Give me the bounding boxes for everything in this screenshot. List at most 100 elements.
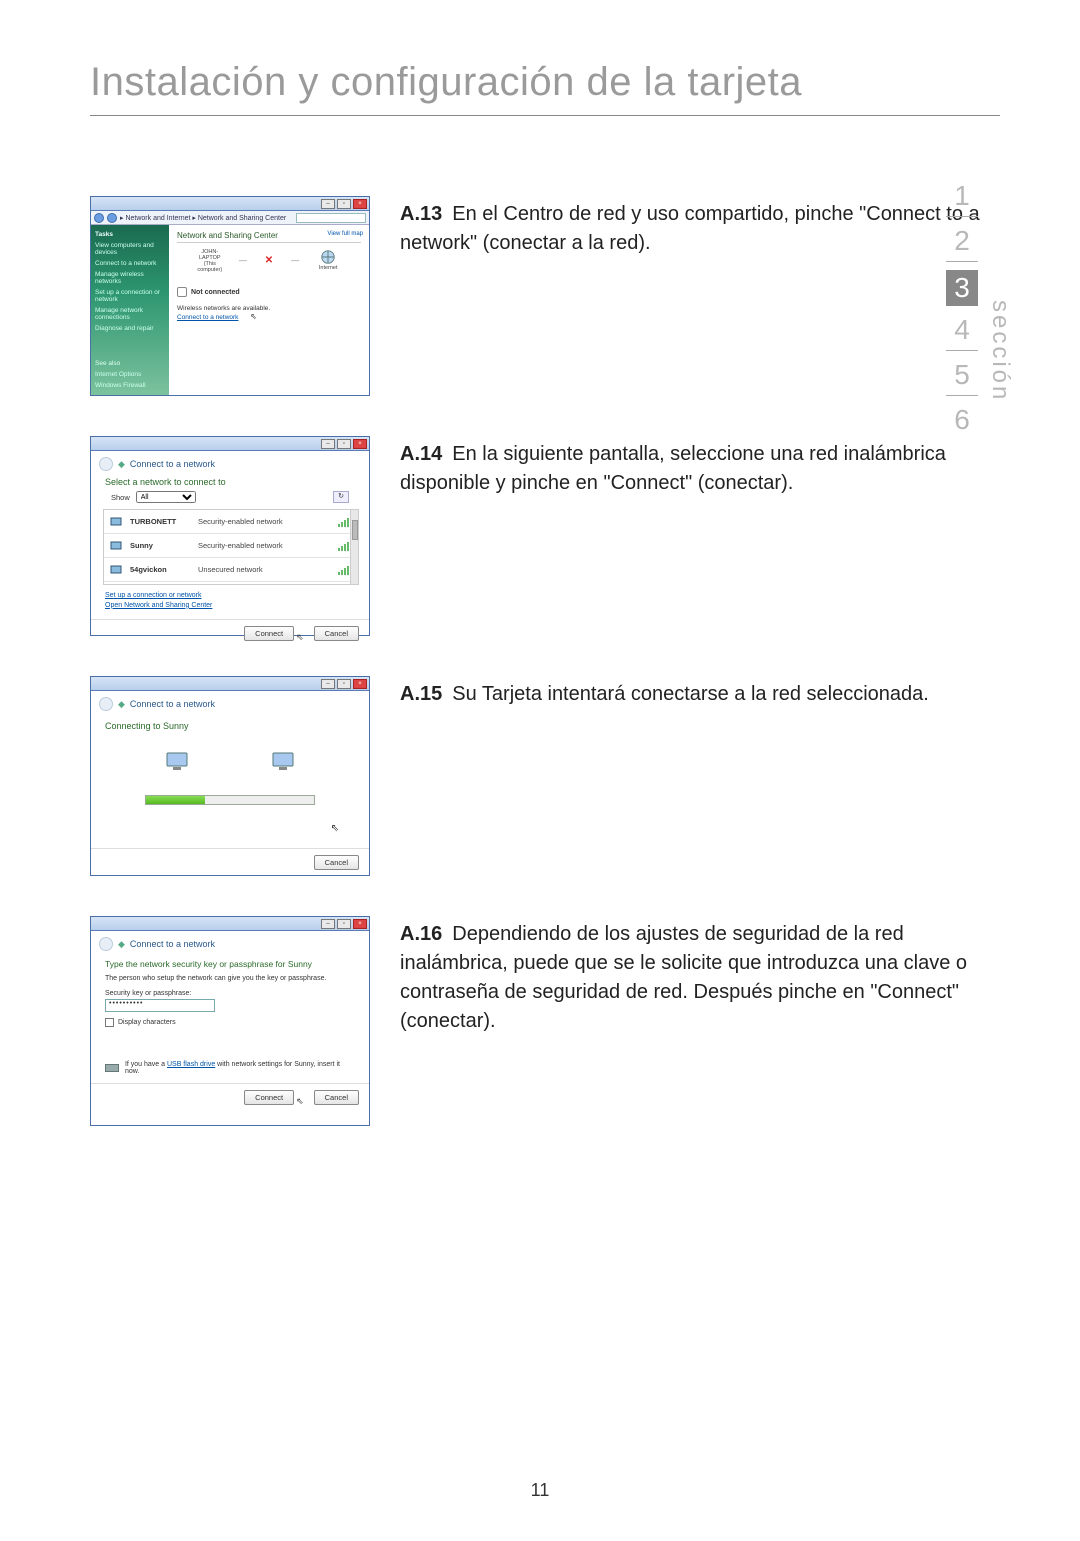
step-a16-body: Dependiendo de los ajustes de seguridad …	[400, 923, 967, 1032]
usb-flash-drive-link[interactable]: USB flash drive	[167, 1061, 215, 1068]
minimize-icon[interactable]: –	[321, 199, 335, 209]
step-a15: – ▫ × ◆ Connect to a network Connecting …	[90, 676, 1000, 876]
tasks-heading: Tasks	[95, 231, 165, 238]
cancel-button[interactable]: Cancel	[314, 626, 359, 641]
back-icon[interactable]	[94, 213, 104, 223]
step-a15-text: A.15 Su Tarjeta intentará conectarse a la…	[400, 676, 1000, 709]
cursor-icon: ⇖	[91, 805, 369, 834]
back-icon[interactable]	[99, 937, 113, 951]
sidebar-item-internet-options[interactable]: Internet Options	[95, 371, 165, 378]
cursor-icon: ⇖	[296, 632, 304, 647]
screenshot-a13: – ▫ × ▸ Network and Internet ▸ Network a…	[90, 196, 370, 396]
step-a16: – ▫ × ◆ Connect to a network Type the ne…	[90, 916, 1000, 1126]
network-icon	[110, 517, 122, 527]
window-titlebar: – ▫ ×	[91, 197, 369, 211]
screenshot-a14: – ▫ × ◆ Connect to a network Select a ne…	[90, 436, 370, 636]
forward-icon[interactable]	[107, 213, 117, 223]
sidebar-item-setup-connection[interactable]: Set up a connection or network	[95, 289, 165, 303]
open-sharing-center-link[interactable]: Open Network and Sharing Center	[105, 601, 355, 611]
computer-label: JOHN-LAPTOP	[199, 249, 221, 261]
security-note: The person who setup the network can giv…	[91, 975, 369, 990]
cursor-icon: ⇖	[296, 1096, 304, 1111]
display-characters-checkbox[interactable]	[105, 1018, 114, 1027]
status-icon	[177, 287, 187, 297]
network-row[interactable]: Sunny Security-enabled network	[104, 534, 358, 558]
internet-label: Internet	[319, 265, 338, 271]
sidebar-item-view-computers[interactable]: View computers and devices	[95, 242, 165, 256]
step-a13: – ▫ × ▸ Network and Internet ▸ Network a…	[90, 196, 1000, 396]
sidebar-item-manage-wireless[interactable]: Manage wireless networks	[95, 271, 165, 285]
step-a13-body: En el Centro de red y uso compartido, pi…	[400, 203, 980, 254]
security-prompt: Type the network security key or passphr…	[91, 957, 369, 975]
cancel-button[interactable]: Cancel	[314, 855, 359, 870]
not-connected-label: Not connected	[191, 289, 240, 296]
close-icon[interactable]: ×	[353, 919, 367, 929]
view-full-map-link[interactable]: View full map	[327, 231, 363, 237]
step-a15-number: A.15	[400, 683, 442, 705]
nav-item-6[interactable]: 6	[946, 404, 978, 440]
screenshot-a15: – ▫ × ◆ Connect to a network Connecting …	[90, 676, 370, 876]
sidebar-item-manage-connections[interactable]: Manage network connections	[95, 307, 165, 321]
connect-button[interactable]: Connect	[244, 626, 294, 641]
show-label: Show	[111, 493, 130, 502]
nav-item-3[interactable]: 3	[946, 270, 978, 306]
network-row[interactable]: TURBONETT Security-enabled network	[104, 510, 358, 534]
page-number: 11	[0, 1480, 1080, 1501]
cancel-button[interactable]: Cancel	[314, 1090, 359, 1105]
sidebar-see-also: See also	[95, 360, 165, 367]
network-name: TURBONETT	[130, 517, 190, 526]
connect-button[interactable]: Connect	[244, 1090, 294, 1105]
minimize-icon[interactable]: –	[321, 679, 335, 689]
connect-to-network-link[interactable]: Connect to a network	[177, 314, 238, 321]
maximize-icon[interactable]: ▫	[337, 199, 351, 209]
nav-item-5[interactable]: 5	[946, 359, 978, 396]
shield-icon: ◆	[118, 699, 125, 710]
search-input[interactable]	[296, 213, 366, 223]
shield-icon: ◆	[118, 459, 125, 470]
select-network-label: Select a network to connect to	[91, 477, 369, 487]
network-list: TURBONETT Security-enabled network Sunny…	[103, 509, 359, 585]
back-icon[interactable]	[99, 697, 113, 711]
passphrase-input[interactable]: ••••••••••	[105, 999, 215, 1012]
wireless-available-text: Wireless networks are available.	[177, 305, 361, 312]
cursor-icon: ⇖	[250, 312, 257, 321]
section-label: sección	[986, 300, 1014, 402]
close-icon[interactable]: ×	[353, 199, 367, 209]
disconnected-icon: ✕	[265, 255, 273, 266]
router-icon	[270, 751, 296, 773]
refresh-icon[interactable]: ↻	[333, 491, 349, 503]
nav-item-2[interactable]: 2	[946, 225, 978, 262]
network-row[interactable]: 54gvickon Unsecured network	[104, 558, 358, 582]
show-filter-select[interactable]: All	[136, 491, 196, 503]
step-a16-number: A.16	[400, 923, 442, 945]
maximize-icon[interactable]: ▫	[337, 679, 351, 689]
tasks-sidebar: Tasks View computers and devices Connect…	[91, 225, 169, 395]
step-a13-text: A.13En el Centro de red y uso compartido…	[400, 196, 1000, 258]
step-a16-text: A.16Dependiendo de los ajustes de seguri…	[400, 916, 1000, 1036]
window-titlebar: – ▫ ×	[91, 917, 369, 931]
address-bar: ▸ Network and Internet ▸ Network and Sha…	[91, 211, 369, 225]
scrollbar[interactable]	[350, 510, 358, 584]
passphrase-label: Security key or passphrase:	[91, 990, 369, 997]
step-a15-body: Su Tarjeta intentará conectarse a la red…	[452, 683, 929, 705]
sidebar-item-connect-network[interactable]: Connect to a network	[95, 260, 165, 267]
minimize-icon[interactable]: –	[321, 919, 335, 929]
step-a14-body: En la siguiente pantalla, seleccione una…	[400, 443, 946, 494]
step-a14-text: A.14En la siguiente pantalla, seleccione…	[400, 436, 1000, 498]
back-icon[interactable]	[99, 457, 113, 471]
maximize-icon[interactable]: ▫	[337, 919, 351, 929]
step-a13-number: A.13	[400, 203, 442, 225]
nav-item-1[interactable]: 1	[946, 180, 978, 217]
nav-item-4[interactable]: 4	[946, 314, 978, 351]
sidebar-item-windows-firewall[interactable]: Windows Firewall	[95, 382, 165, 389]
step-a14: – ▫ × ◆ Connect to a network Select a ne…	[90, 436, 1000, 636]
maximize-icon[interactable]: ▫	[337, 439, 351, 449]
sidebar-item-diagnose[interactable]: Diagnose and repair	[95, 325, 165, 332]
setup-connection-link[interactable]: Set up a connection or network	[105, 591, 355, 601]
minimize-icon[interactable]: –	[321, 439, 335, 449]
display-characters-label: Display characters	[118, 1019, 176, 1026]
section-nav-numbers: 1 2 3 4 5 6	[946, 180, 978, 440]
close-icon[interactable]: ×	[353, 679, 367, 689]
close-icon[interactable]: ×	[353, 439, 367, 449]
breadcrumb[interactable]: ▸ Network and Internet ▸ Network and Sha…	[120, 214, 286, 222]
